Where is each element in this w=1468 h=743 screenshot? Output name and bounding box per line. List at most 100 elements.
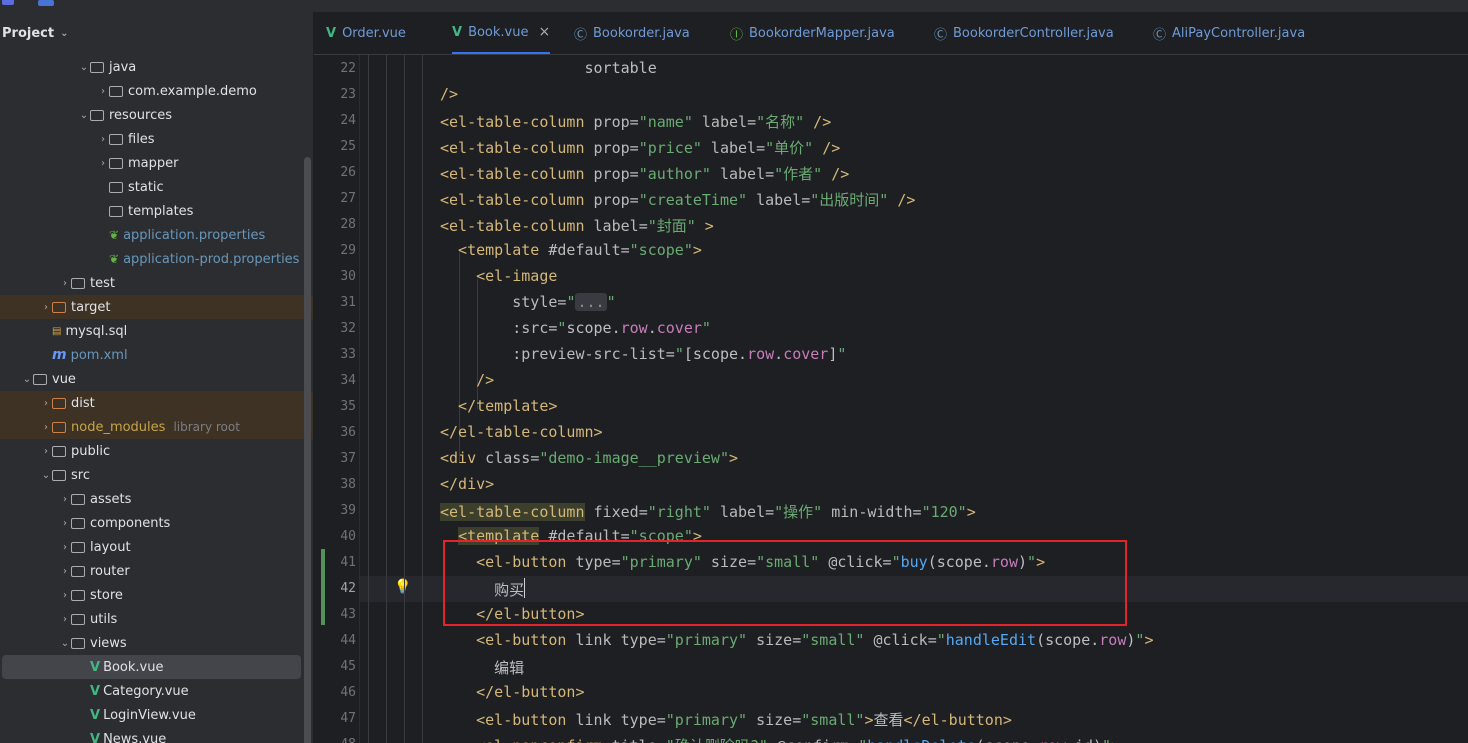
chevron-right-icon[interactable]: › <box>59 590 71 601</box>
tree-item-java[interactable]: ⌄ java <box>0 55 313 79</box>
line-number: 25 <box>340 139 356 154</box>
tree-item-node-modules[interactable]: › node_modules library root <box>0 415 313 439</box>
line-number: 27 <box>340 191 356 206</box>
code-line[interactable]: <el-table-column prop="createTime" label… <box>440 189 915 210</box>
tree-item-components[interactable]: › components <box>0 511 313 535</box>
tree-item-application-properties[interactable]: ❦ application.properties <box>0 223 313 247</box>
code-line[interactable]: <el-popconfirm title="确认删除吗?" @confirm="… <box>440 735 1120 743</box>
tree-item-application-prod-properties[interactable]: ❦ application-prod.properties <box>0 247 313 271</box>
line-number: 29 <box>340 243 356 258</box>
code-line[interactable]: :src="scope.row.cover" <box>440 319 711 337</box>
tab-bookorder-java[interactable]: Ⓒ Bookorder.java <box>574 12 690 54</box>
code-line[interactable]: /> <box>440 85 458 103</box>
tree-item-mapper[interactable]: › mapper <box>0 151 313 175</box>
chevron-right-icon[interactable]: › <box>97 86 109 97</box>
code-line[interactable]: <el-table-column prop="author" label="作者… <box>440 163 849 184</box>
code-line[interactable]: 编辑 <box>440 657 524 678</box>
code-line[interactable]: </el-table-column> <box>440 423 603 441</box>
code-line[interactable]: <el-table-column label="封面" > <box>440 215 714 236</box>
chevron-right-icon[interactable]: › <box>97 134 109 145</box>
chevron-down-icon[interactable]: ⌄ <box>40 470 52 481</box>
code-line[interactable]: sortable <box>440 59 656 77</box>
tree-item-pom-xml[interactable]: m pom.xml <box>0 343 313 367</box>
chevron-down-icon[interactable]: ⌄ <box>78 110 90 121</box>
code-line[interactable]: <el-table-column prop="name" label="名称" … <box>440 111 831 132</box>
chevron-right-icon[interactable]: › <box>40 302 52 313</box>
tree-item-resources[interactable]: ⌄ resources <box>0 103 313 127</box>
tree-item-category-vue[interactable]: V Category.vue <box>0 679 313 703</box>
code-line[interactable]: <div class="demo-image__preview"> <box>440 449 738 467</box>
chevron-right-icon[interactable]: › <box>40 446 52 457</box>
tree-item-news-vue[interactable]: V News.vue <box>0 727 313 743</box>
code-line[interactable]: <el-button link type="primary" size="sma… <box>440 709 1012 730</box>
folder-icon <box>71 565 85 577</box>
code-line[interactable]: </div> <box>440 475 494 493</box>
class-icon: Ⓒ <box>934 27 948 43</box>
code-line[interactable]: <el-table-column prop="price" label="单价"… <box>440 137 840 158</box>
tree-item-test[interactable]: › test <box>0 271 313 295</box>
folder-icon <box>109 205 123 217</box>
tree-item-dist[interactable]: › dist <box>0 391 313 415</box>
tree-item-templates[interactable]: templates <box>0 199 313 223</box>
code-line[interactable]: <el-table-column fixed="right" label="操作… <box>440 501 976 522</box>
code-line[interactable]: <el-image <box>440 267 557 285</box>
tree-item-mysql-sql[interactable]: ▤ mysql.sql <box>0 319 313 343</box>
chevron-right-icon[interactable]: › <box>59 566 71 577</box>
project-icon[interactable] <box>38 0 54 6</box>
tab-bookordermapper-java[interactable]: Ⓘ BookorderMapper.java <box>730 12 895 54</box>
chevron-right-icon[interactable]: › <box>59 494 71 505</box>
code-line[interactable]: <template #default="scope"> <box>440 241 702 259</box>
line-number: 32 <box>340 321 356 336</box>
tree-item-loginview-vue[interactable]: V LoginView.vue <box>0 703 313 727</box>
line-number: 22 <box>340 61 356 76</box>
tree-item-files[interactable]: › files <box>0 127 313 151</box>
tree-item-target[interactable]: › target <box>0 295 313 319</box>
chevron-right-icon[interactable]: › <box>59 542 71 553</box>
chevron-right-icon[interactable]: › <box>59 518 71 529</box>
indent-guide <box>404 55 405 743</box>
chevron-right-icon[interactable]: › <box>59 614 71 625</box>
chevron-down-icon[interactable]: ⌄ <box>78 62 90 73</box>
code-line[interactable]: :preview-src-list="[scope.row.cover]" <box>440 345 846 363</box>
code-line[interactable]: </el-button> <box>440 683 584 701</box>
line-number: 37 <box>340 451 356 466</box>
tab-alipaycontroller-java[interactable]: Ⓒ AliPayController.java <box>1153 12 1305 54</box>
chevron-down-icon[interactable]: ⌄ <box>21 374 33 385</box>
code-line[interactable]: <el-button link type="primary" size="sma… <box>440 631 1153 649</box>
tree-item-utils[interactable]: › utils <box>0 607 313 631</box>
project-scrollbar[interactable] <box>304 157 311 743</box>
chevron-down-icon[interactable]: ⌄ <box>60 28 68 39</box>
tree-item-layout[interactable]: › layout <box>0 535 313 559</box>
tree-item-vue[interactable]: ⌄ vue <box>0 367 313 391</box>
tree-item-views[interactable]: ⌄ views <box>0 631 313 655</box>
annotation-highlight-box <box>443 540 1127 626</box>
tab-book-vue[interactable]: V Book.vue × <box>452 12 551 54</box>
tree-item-com-example-demo[interactable]: › com.example.demo <box>0 79 313 103</box>
tree-item-src[interactable]: ⌄ src <box>0 463 313 487</box>
tree-item-label: pom.xml <box>70 347 128 363</box>
chevron-right-icon[interactable]: › <box>40 398 52 409</box>
code-line[interactable]: </template> <box>440 397 557 415</box>
code-line[interactable]: /> <box>440 371 494 389</box>
tree-item-assets[interactable]: › assets <box>0 487 313 511</box>
code-line[interactable]: style="... " <box>440 293 616 311</box>
tree-item-public[interactable]: › public <box>0 439 313 463</box>
tree-item-router[interactable]: › router <box>0 559 313 583</box>
lightbulb-icon[interactable]: 💡 <box>394 579 411 595</box>
code-editor[interactable]: 💡 22 sortable 23 /> 24 <el-table-column prop… <box>314 55 1468 743</box>
project-view-selector[interactable]: Project ⌄ <box>2 26 68 41</box>
indent-guide <box>368 55 369 743</box>
chevron-right-icon[interactable]: › <box>40 422 52 433</box>
close-icon[interactable]: × <box>538 24 550 40</box>
tree-item-book-vue[interactable]: V Book.vue <box>2 655 301 679</box>
chevron-down-icon[interactable]: ⌄ <box>59 638 71 649</box>
tab-bookordercontroller-java[interactable]: Ⓒ BookorderController.java <box>934 12 1114 54</box>
tree-item-static[interactable]: static <box>0 175 313 199</box>
tree-item-label: layout <box>90 539 131 555</box>
chevron-right-icon[interactable]: › <box>59 278 71 289</box>
tab-order-vue[interactable]: V Order.vue <box>326 12 406 54</box>
tree-item-store[interactable]: › store <box>0 583 313 607</box>
chevron-right-icon[interactable]: › <box>97 158 109 169</box>
vue-icon: V <box>326 25 337 41</box>
vue-file-icon: V <box>90 731 101 743</box>
